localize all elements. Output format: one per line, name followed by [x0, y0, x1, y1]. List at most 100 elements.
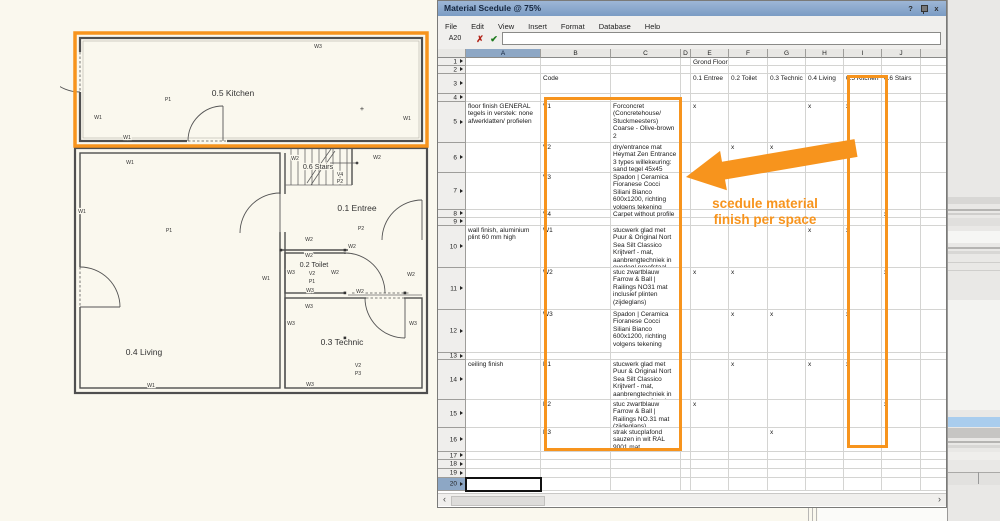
cell-tail3[interactable]: [921, 74, 946, 94]
cell-tail17[interactable]: [921, 452, 946, 460]
cell-B2[interactable]: [541, 66, 611, 74]
col-header-B[interactable]: B: [541, 49, 611, 58]
cell-H12[interactable]: [806, 310, 844, 353]
cell-F5[interactable]: [729, 102, 768, 143]
cell-D5[interactable]: [681, 102, 691, 143]
cell-F6[interactable]: x: [729, 143, 768, 173]
col-header-H[interactable]: H: [806, 49, 844, 58]
cell-A4[interactable]: [466, 94, 541, 102]
cell-H18[interactable]: [806, 460, 844, 469]
cell-tail11[interactable]: [921, 268, 946, 310]
cell-G19[interactable]: [768, 469, 806, 478]
cell-H14[interactable]: x: [806, 360, 844, 400]
cell-H1[interactable]: [806, 58, 844, 66]
pin-icon[interactable]: [918, 3, 929, 14]
row-header-11[interactable]: 11: [438, 268, 466, 310]
cell-A11[interactable]: [466, 268, 541, 310]
cell-tail7[interactable]: [921, 173, 946, 210]
col-header-G[interactable]: G: [768, 49, 806, 58]
cell-tail13[interactable]: [921, 353, 946, 360]
col-header-E[interactable]: E: [691, 49, 729, 58]
cell-H9[interactable]: [806, 218, 844, 226]
cell-H16[interactable]: [806, 428, 844, 452]
cell-G4[interactable]: [768, 94, 806, 102]
cell-E13[interactable]: [691, 353, 729, 360]
cell-F14[interactable]: x: [729, 360, 768, 400]
confirm-icon[interactable]: ✔: [488, 32, 500, 46]
corner-cell[interactable]: [438, 49, 466, 58]
cell-D7[interactable]: [681, 173, 691, 210]
cell-G11[interactable]: [768, 268, 806, 310]
cell-E12[interactable]: [691, 310, 729, 353]
cell-E6[interactable]: [691, 143, 729, 173]
cell-H11[interactable]: [806, 268, 844, 310]
cell-G3[interactable]: 0.3 Technic: [768, 74, 806, 94]
cell-H19[interactable]: [806, 469, 844, 478]
cell-D16[interactable]: [681, 428, 691, 452]
cancel-icon[interactable]: ✗: [474, 32, 486, 46]
cell-tail16[interactable]: [921, 428, 946, 452]
cell-H5[interactable]: x: [806, 102, 844, 143]
cell-I20[interactable]: [844, 478, 882, 491]
cell-H4[interactable]: [806, 94, 844, 102]
cell-G16[interactable]: x: [768, 428, 806, 452]
cell-tail1[interactable]: [921, 58, 946, 66]
cell-G2[interactable]: [768, 66, 806, 74]
horizontal-scrollbar[interactable]: ‹ ›: [438, 493, 946, 506]
cell-D15[interactable]: [681, 400, 691, 428]
row-header-16[interactable]: 16: [438, 428, 466, 452]
col-header-C[interactable]: C: [611, 49, 681, 58]
cell-C1[interactable]: [611, 58, 681, 66]
cell-B18[interactable]: [541, 460, 611, 469]
cell-D18[interactable]: [681, 460, 691, 469]
cell-H10[interactable]: x: [806, 226, 844, 268]
cell-J17[interactable]: [882, 452, 921, 460]
close-icon[interactable]: x: [931, 3, 942, 14]
cell-F15[interactable]: [729, 400, 768, 428]
cell-tail12[interactable]: [921, 310, 946, 353]
cell-D17[interactable]: [681, 452, 691, 460]
cell-reference[interactable]: A20: [441, 33, 469, 45]
cell-B19[interactable]: [541, 469, 611, 478]
row-header-19[interactable]: 19: [438, 469, 466, 478]
row-header-12[interactable]: 12: [438, 310, 466, 353]
scroll-left-arrow[interactable]: ‹: [439, 495, 450, 505]
cell-G15[interactable]: [768, 400, 806, 428]
row-header-5[interactable]: 5: [438, 102, 466, 143]
row-header-1[interactable]: 1: [438, 58, 466, 66]
cell-H8[interactable]: [806, 210, 844, 218]
cell-J18[interactable]: [882, 460, 921, 469]
cell-G14[interactable]: [768, 360, 806, 400]
cell-E3[interactable]: 0.1 Entree: [691, 74, 729, 94]
cell-A3[interactable]: [466, 74, 541, 94]
cell-F3[interactable]: 0.2 Toilet: [729, 74, 768, 94]
cell-A13[interactable]: [466, 353, 541, 360]
cell-tail8[interactable]: [921, 210, 946, 218]
cell-E11[interactable]: x: [691, 268, 729, 310]
cell-D8[interactable]: [681, 210, 691, 218]
cell-G10[interactable]: [768, 226, 806, 268]
cell-F12[interactable]: x: [729, 310, 768, 353]
cell-E1[interactable]: Grond Floor: [691, 58, 729, 66]
cell-G6[interactable]: x: [768, 143, 806, 173]
cell-D9[interactable]: [681, 218, 691, 226]
col-header-J[interactable]: J: [882, 49, 921, 58]
cell-tail9[interactable]: [921, 218, 946, 226]
cell-E15[interactable]: x: [691, 400, 729, 428]
cell-C2[interactable]: [611, 66, 681, 74]
row-header-15[interactable]: 15: [438, 400, 466, 428]
cell-C3[interactable]: [611, 74, 681, 94]
cell-G13[interactable]: [768, 353, 806, 360]
cell-G5[interactable]: [768, 102, 806, 143]
cell-H13[interactable]: [806, 353, 844, 360]
cell-E2[interactable]: [691, 66, 729, 74]
cell-G12[interactable]: x: [768, 310, 806, 353]
help-icon[interactable]: ?: [905, 3, 916, 14]
cell-F4[interactable]: [729, 94, 768, 102]
cell-E8[interactable]: [691, 210, 729, 218]
cell-E14[interactable]: [691, 360, 729, 400]
cell-F9[interactable]: [729, 218, 768, 226]
cell-E19[interactable]: [691, 469, 729, 478]
cell-E16[interactable]: [691, 428, 729, 452]
col-header-F[interactable]: F: [729, 49, 768, 58]
